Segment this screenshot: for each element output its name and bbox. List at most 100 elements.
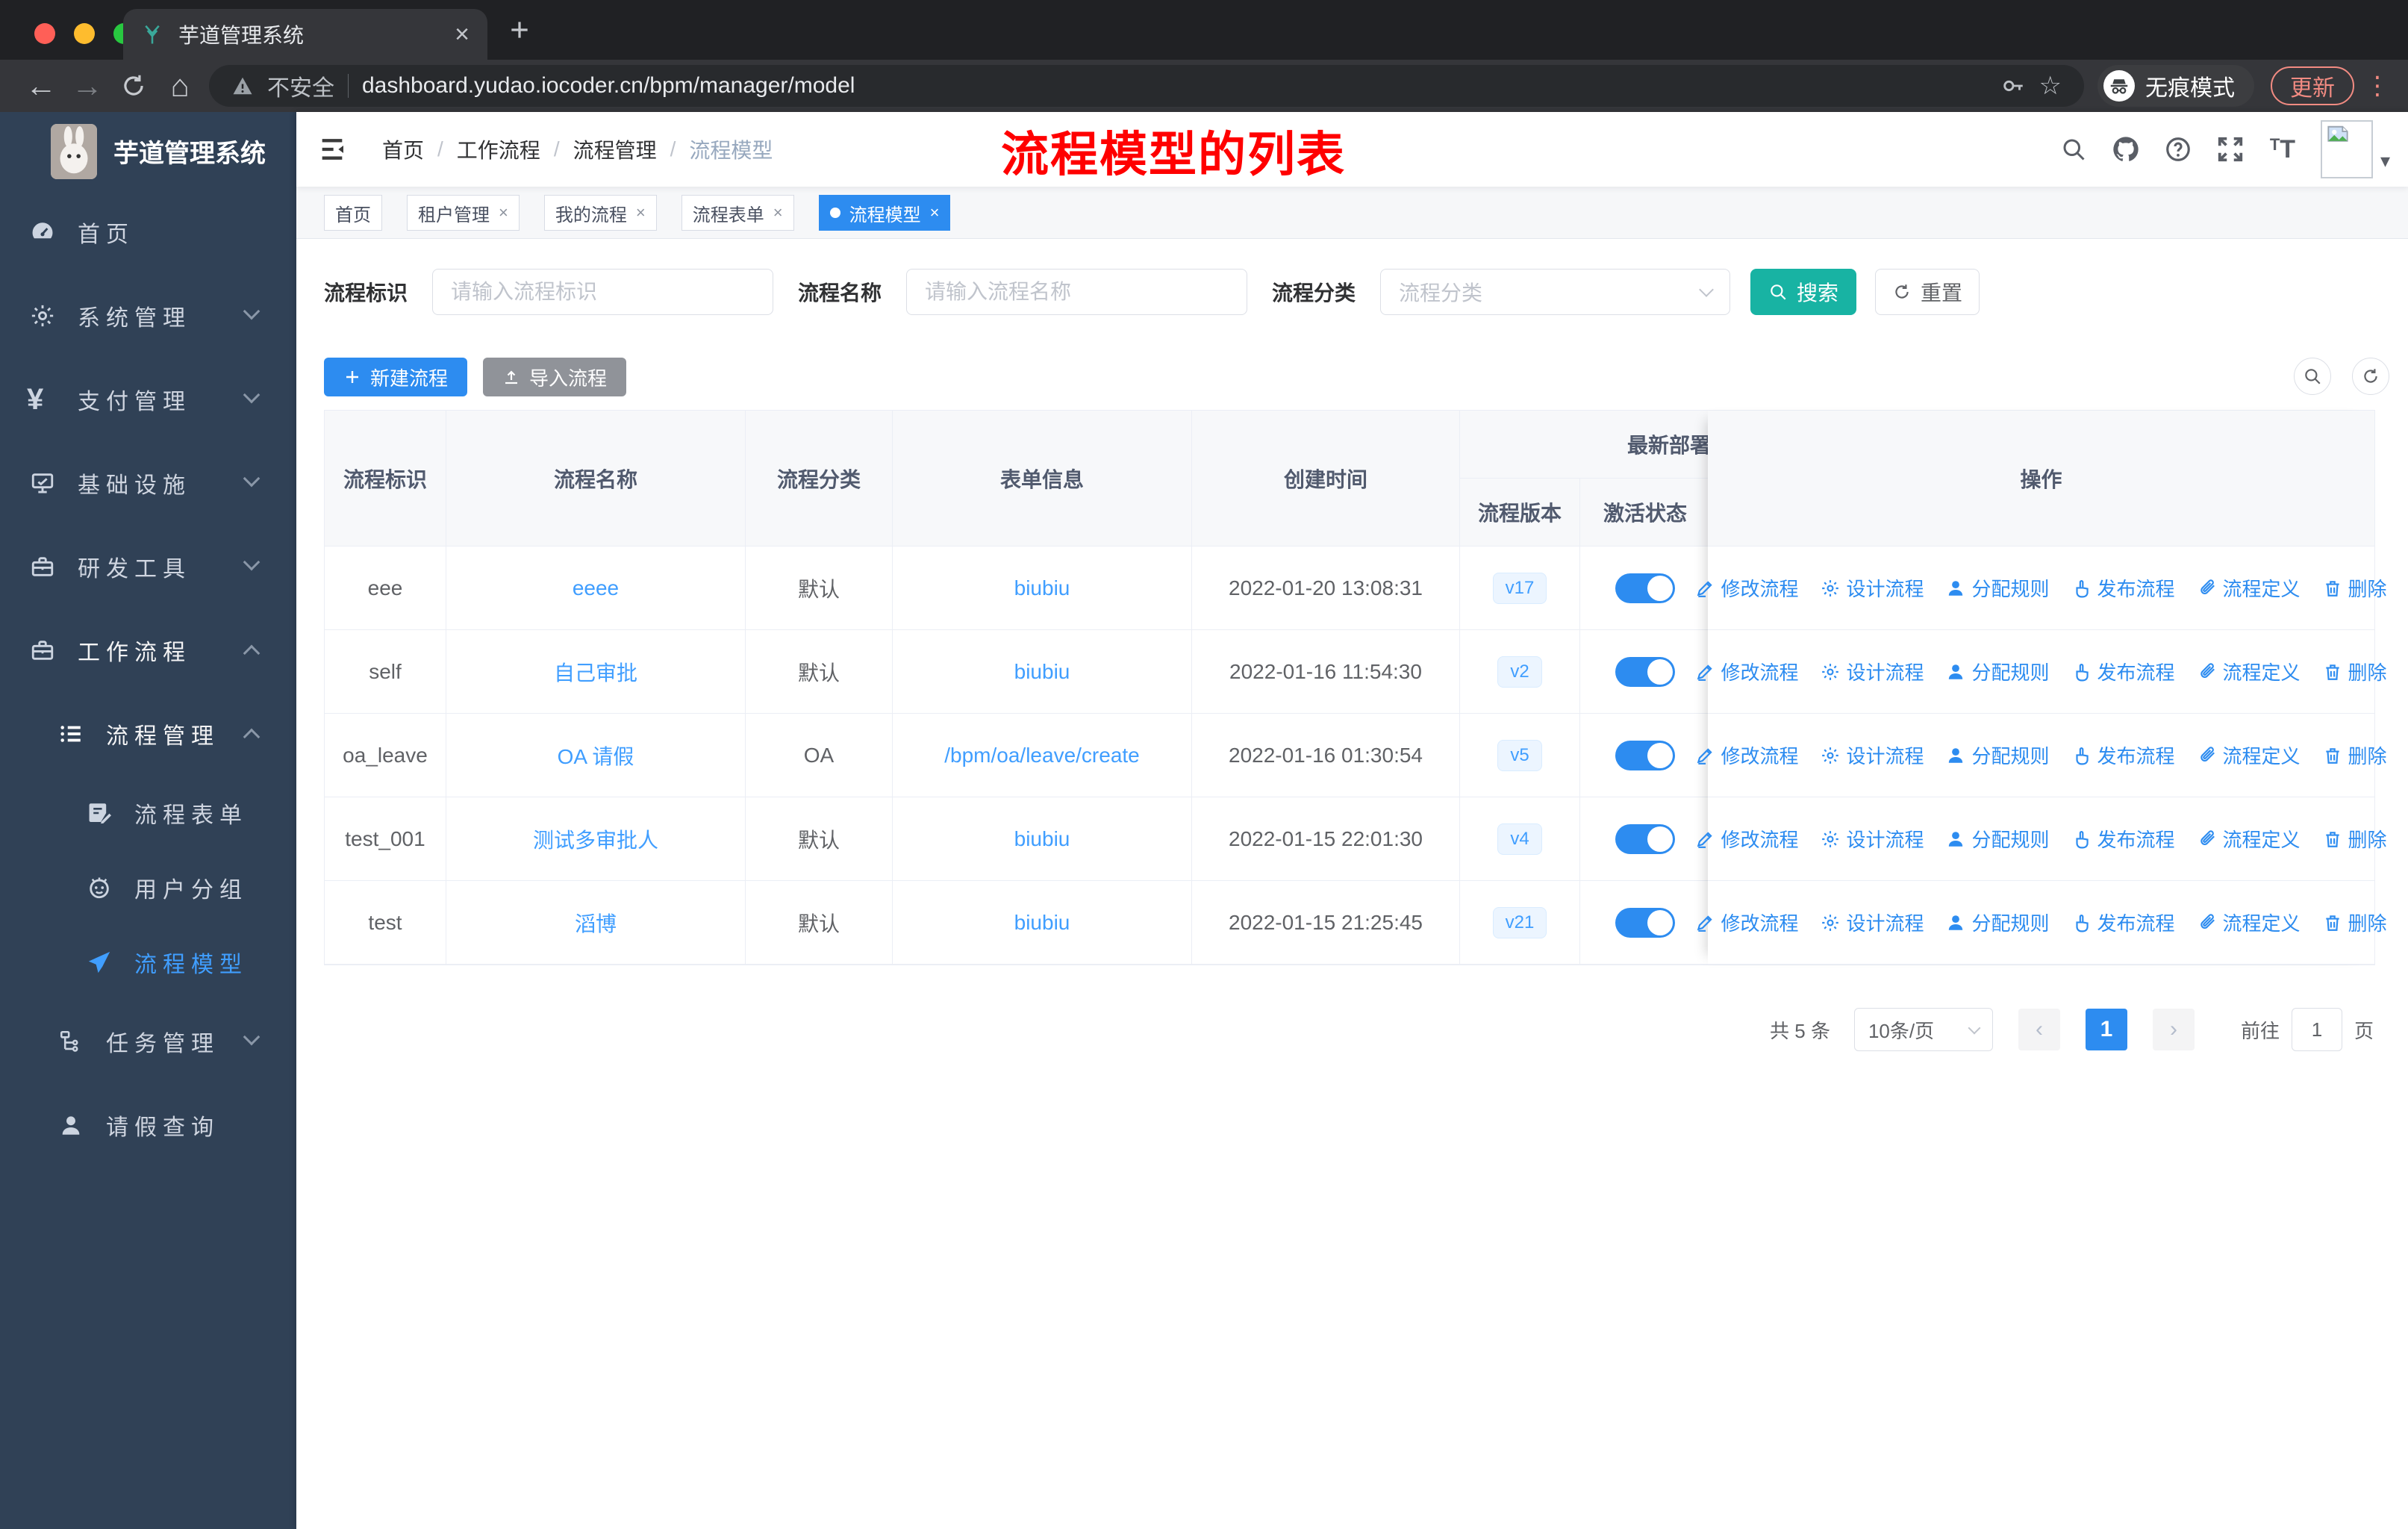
design-process-action[interactable]: 设计流程: [1821, 741, 1924, 769]
browser-tab[interactable]: 芋道管理系统 ×: [123, 9, 487, 60]
version-badge[interactable]: v17: [1492, 572, 1547, 604]
process-name-link[interactable]: 滔博: [575, 908, 617, 938]
publish-process-action[interactable]: 发布流程: [2072, 825, 2175, 853]
security-label[interactable]: 不安全: [267, 69, 334, 102]
user-avatar[interactable]: [2320, 120, 2373, 178]
version-badge[interactable]: v5: [1497, 739, 1542, 771]
sidebar-item-user-group[interactable]: 用户分组: [0, 850, 296, 925]
url-text[interactable]: dashboard.yudao.iocoder.cn/bpm/manager/m…: [362, 73, 1987, 99]
sidebar-logo[interactable]: 芋道管理系统: [0, 112, 296, 190]
sidebar-item-process-form[interactable]: 流程表单: [0, 776, 296, 850]
back-button[interactable]: ←: [18, 68, 64, 104]
process-id-input[interactable]: [432, 269, 774, 315]
tag-tenant-management[interactable]: 租户管理 ×: [407, 195, 520, 231]
delete-action[interactable]: 删除: [2323, 825, 2387, 853]
process-definition-action[interactable]: 流程定义: [2198, 658, 2301, 685]
modify-process-action[interactable]: 修改流程: [1695, 741, 1798, 769]
toggle-search-button[interactable]: [2294, 358, 2331, 395]
github-icon[interactable]: [2100, 134, 2152, 164]
prev-page-button[interactable]: ‹: [2018, 1009, 2060, 1050]
tag-process-model[interactable]: 流程模型 ×: [818, 195, 951, 231]
active-toggle[interactable]: [1615, 823, 1675, 854]
tag-my-process[interactable]: 我的流程 ×: [543, 195, 657, 231]
active-toggle[interactable]: [1615, 907, 1675, 938]
reset-button[interactable]: 重置: [1875, 269, 1980, 315]
sidebar-item-process-management[interactable]: 流程管理: [0, 692, 296, 776]
form-link[interactable]: biubiu: [1014, 660, 1070, 684]
avatar-caret-icon[interactable]: ▾: [2380, 149, 2390, 172]
breadcrumb-process-management[interactable]: 流程管理: [573, 134, 657, 164]
delete-action[interactable]: 删除: [2323, 574, 2387, 602]
assign-rule-action[interactable]: 分配规则: [1946, 658, 2050, 685]
active-toggle[interactable]: [1615, 740, 1675, 770]
process-definition-action[interactable]: 流程定义: [2198, 741, 2301, 769]
page-number-1[interactable]: 1: [2085, 1009, 2127, 1050]
sidebar-item-infrastructure[interactable]: 基础设施: [0, 441, 296, 525]
security-warning-icon[interactable]: [231, 75, 254, 97]
forward-button[interactable]: →: [64, 68, 110, 104]
form-link[interactable]: /bpm/oa/leave/create: [944, 744, 1140, 767]
font-size-icon[interactable]: TT: [2256, 135, 2309, 164]
sidebar-item-system[interactable]: 系统管理: [0, 274, 296, 358]
reload-button[interactable]: [110, 72, 157, 100]
publish-process-action[interactable]: 发布流程: [2072, 909, 2175, 936]
close-icon[interactable]: ×: [636, 203, 646, 222]
process-name-link[interactable]: 自己审批: [554, 657, 637, 687]
active-toggle[interactable]: [1615, 573, 1675, 603]
design-process-action[interactable]: 设计流程: [1821, 658, 1924, 685]
design-process-action[interactable]: 设计流程: [1821, 909, 1924, 936]
refresh-table-button[interactable]: [2352, 358, 2389, 395]
form-link[interactable]: biubiu: [1014, 827, 1070, 851]
modify-process-action[interactable]: 修改流程: [1695, 658, 1798, 685]
assign-rule-action[interactable]: 分配规则: [1946, 574, 2050, 602]
delete-action[interactable]: 删除: [2323, 909, 2387, 936]
active-toggle[interactable]: [1615, 656, 1675, 687]
assign-rule-action[interactable]: 分配规则: [1946, 909, 2050, 936]
next-page-button[interactable]: ›: [2152, 1009, 2195, 1050]
delete-action[interactable]: 删除: [2323, 658, 2387, 685]
jump-page-input[interactable]: [2291, 1008, 2342, 1051]
process-definition-action[interactable]: 流程定义: [2198, 574, 2301, 602]
import-process-button[interactable]: 导入流程: [483, 358, 627, 396]
tag-process-form[interactable]: 流程表单 ×: [681, 195, 794, 231]
page-size-select[interactable]: 10条/页: [1853, 1008, 1993, 1051]
browser-menu-icon[interactable]: ⋮: [2365, 71, 2390, 101]
version-badge[interactable]: v2: [1497, 655, 1542, 688]
browser-update-button[interactable]: 更新: [2271, 66, 2354, 105]
create-process-button[interactable]: 新建流程: [324, 358, 468, 396]
breadcrumb-home[interactable]: 首页: [382, 134, 424, 164]
process-definition-action[interactable]: 流程定义: [2198, 825, 2301, 853]
form-link[interactable]: biubiu: [1014, 576, 1070, 600]
new-tab-button[interactable]: [508, 18, 531, 42]
publish-process-action[interactable]: 发布流程: [2072, 658, 2175, 685]
modify-process-action[interactable]: 修改流程: [1695, 574, 1798, 602]
tag-home[interactable]: 首页: [324, 195, 382, 231]
home-button[interactable]: ⌂: [157, 68, 203, 104]
version-badge[interactable]: v4: [1497, 823, 1542, 855]
close-icon[interactable]: ×: [930, 203, 940, 222]
close-window-button[interactable]: [34, 23, 55, 44]
process-definition-action[interactable]: 流程定义: [2198, 909, 2301, 936]
process-name-link[interactable]: eeee: [573, 576, 619, 600]
process-name-link[interactable]: OA 请假: [558, 741, 634, 770]
delete-action[interactable]: 删除: [2323, 741, 2387, 769]
address-bar[interactable]: 不安全 dashboard.yudao.iocoder.cn/bpm/manag…: [209, 65, 2084, 107]
sidebar-collapse-icon[interactable]: [317, 134, 347, 164]
close-icon[interactable]: ×: [499, 203, 508, 222]
sidebar-item-task-management[interactable]: 任务管理: [0, 1000, 296, 1083]
bookmark-star-icon[interactable]: ☆: [2039, 71, 2062, 101]
sidebar-item-leave-query[interactable]: 请假查询: [0, 1083, 296, 1167]
fullscreen-icon[interactable]: [2204, 135, 2256, 164]
sidebar-item-home[interactable]: 首页: [0, 190, 296, 274]
design-process-action[interactable]: 设计流程: [1821, 574, 1924, 602]
breadcrumb-workflow[interactable]: 工作流程: [457, 134, 540, 164]
window-controls[interactable]: [34, 23, 134, 44]
version-badge[interactable]: v21: [1492, 906, 1547, 938]
help-icon[interactable]: [2152, 135, 2204, 164]
design-process-action[interactable]: 设计流程: [1821, 825, 1924, 853]
tab-close-icon[interactable]: ×: [455, 22, 470, 47]
modify-process-action[interactable]: 修改流程: [1695, 825, 1798, 853]
password-key-icon[interactable]: [2000, 73, 2026, 99]
assign-rule-action[interactable]: 分配规则: [1946, 741, 2050, 769]
publish-process-action[interactable]: 发布流程: [2072, 574, 2175, 602]
